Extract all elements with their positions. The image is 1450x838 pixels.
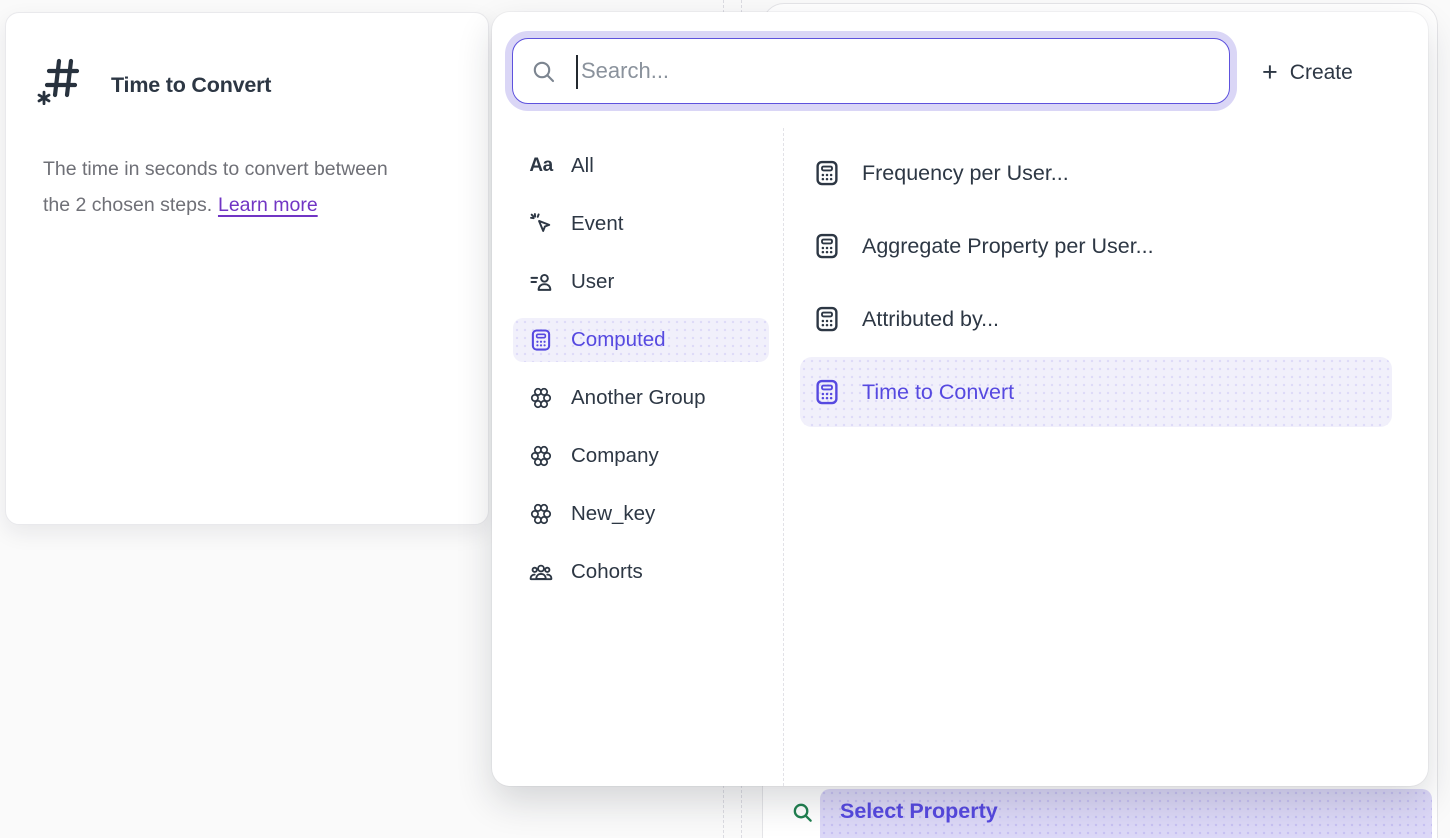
property-tooltip-card: Time to Convert The time in seconds to c… bbox=[5, 12, 489, 525]
category-item-new-key[interactable]: New_key bbox=[513, 492, 769, 536]
tooltip-description-line2: the 2 chosen steps. bbox=[43, 194, 212, 216]
category-item-user[interactable]: User bbox=[513, 260, 769, 304]
calculator-icon bbox=[812, 377, 842, 407]
learn-more-link[interactable]: Learn more bbox=[218, 194, 318, 216]
group-cluster-icon bbox=[528, 385, 554, 411]
user-profile-icon bbox=[528, 269, 554, 295]
result-item-attributed-by[interactable]: Attributed by... bbox=[800, 284, 1392, 354]
category-item-company[interactable]: Company bbox=[513, 434, 769, 478]
search-box[interactable] bbox=[512, 38, 1230, 104]
search-input[interactable] bbox=[581, 39, 1211, 103]
event-click-icon bbox=[528, 211, 554, 237]
tooltip-description-line1: The time in seconds to convert between bbox=[43, 158, 388, 180]
select-property-label: Select Property bbox=[840, 799, 998, 824]
calculator-icon bbox=[812, 231, 842, 261]
category-item-all[interactable]: Aa All bbox=[513, 144, 769, 188]
text-format-icon: Aa bbox=[528, 153, 554, 179]
result-item-aggregate-property-per-user[interactable]: Aggregate Property per User... bbox=[800, 211, 1392, 281]
group-cluster-icon bbox=[528, 385, 554, 411]
category-item-event[interactable]: Event bbox=[513, 202, 769, 246]
calculator-icon bbox=[528, 327, 554, 353]
create-button-label: Create bbox=[1290, 61, 1353, 85]
category-item-another-group[interactable]: Another Group bbox=[513, 376, 769, 420]
tooltip-title: Time to Convert bbox=[111, 73, 271, 98]
group-cluster-icon bbox=[528, 501, 554, 527]
create-button[interactable]: + Create bbox=[1262, 54, 1353, 92]
search-icon bbox=[531, 59, 557, 85]
calculator-icon bbox=[812, 377, 842, 407]
number-property-icon bbox=[37, 49, 83, 105]
group-cluster-icon bbox=[528, 501, 554, 527]
category-item-computed[interactable]: Computed bbox=[513, 318, 769, 362]
result-item-time-to-convert[interactable]: Time to Convert bbox=[800, 357, 1392, 427]
category-item-cohorts[interactable]: Cohorts bbox=[513, 550, 769, 594]
text-format-icon: Aa bbox=[529, 155, 552, 177]
calculator-icon bbox=[812, 231, 842, 261]
result-item-frequency-per-user[interactable]: Frequency per User... bbox=[800, 138, 1392, 208]
user-profile-icon bbox=[528, 269, 554, 295]
cohorts-people-icon bbox=[528, 559, 554, 585]
tooltip-description: The time in seconds to convert between t… bbox=[43, 152, 473, 223]
property-picker-popup: + Create Aa All Event User bbox=[492, 12, 1428, 786]
calculator-icon bbox=[812, 304, 842, 334]
screen: Select Property Time to Convert The ti bbox=[0, 0, 1450, 838]
text-cursor bbox=[576, 55, 578, 89]
sidebar-divider bbox=[783, 128, 784, 786]
results-list: Frequency per User... Aggregate Property… bbox=[800, 138, 1392, 430]
calculator-icon bbox=[812, 158, 842, 188]
calculator-icon bbox=[528, 327, 554, 353]
group-cluster-icon bbox=[528, 443, 554, 469]
group-cluster-icon bbox=[528, 443, 554, 469]
calculator-icon bbox=[812, 304, 842, 334]
cohorts-people-icon bbox=[528, 559, 554, 585]
plus-icon: + bbox=[1262, 59, 1278, 86]
calculator-icon bbox=[812, 158, 842, 188]
event-click-icon bbox=[528, 211, 554, 237]
select-property-field[interactable]: Select Property bbox=[820, 789, 1432, 838]
category-sidebar: Aa All Event User bbox=[513, 144, 769, 608]
search-icon-green bbox=[791, 801, 814, 824]
